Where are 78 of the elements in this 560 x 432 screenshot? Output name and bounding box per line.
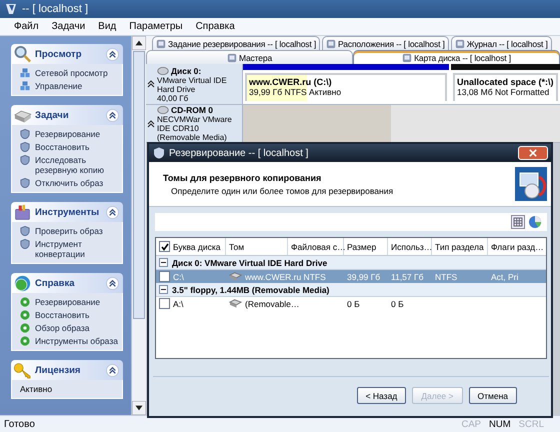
- panel-header[interactable]: Лицензия: [11, 360, 123, 380]
- table-cell: 39,99 Гб: [347, 272, 380, 282]
- partition-info: 39,99 Гб NTFS Активно: [249, 87, 342, 97]
- disk-name: Диск 0:: [171, 66, 202, 76]
- tab[interactable]: Расположения -- [ localhost ]: [322, 36, 449, 50]
- wizard-button[interactable]: Отмена: [468, 387, 517, 404]
- disk-description: VMware Virtual IDE Hard Drive: [157, 76, 228, 94]
- column-header[interactable]: Файловая с…: [288, 238, 344, 255]
- table-cell: www.CWER.ru NTFS: [245, 272, 326, 282]
- dialog-subtitle: Определите один или более томов для резервирования: [170, 186, 394, 196]
- task-link[interactable]: Инструмент конвертации: [35, 239, 119, 259]
- column-header[interactable]: Использ…: [388, 238, 432, 255]
- table-cell: 0 Б: [347, 298, 360, 308]
- tab[interactable]: Карта диска -- [ localhost ]: [353, 50, 560, 64]
- task-link[interactable]: Отключить образ: [35, 178, 104, 188]
- wizard-button[interactable]: < Назад: [356, 387, 406, 404]
- menu-item[interactable]: Файл: [14, 21, 39, 32]
- dialog-heading: Томы для резервного копирования: [163, 172, 322, 182]
- status-text: Готово: [4, 418, 36, 430]
- disk-description: NECVMWar VMware IDE CDR10 (Removable Media): [157, 115, 233, 142]
- panel-title: Инструменты: [35, 206, 100, 218]
- partition-box[interactable]: Unallocated space (*:\) 13,08 Мб Not Formatted: [453, 73, 558, 101]
- partition-block[interactable]: www.CWER.ru (C:\) 39,99 Гб NTFS Активно: [243, 64, 449, 104]
- column-header[interactable]: Тип раздела: [432, 238, 488, 255]
- panel-title: Задачи: [35, 110, 70, 120]
- tab[interactable]: Задание резервирования -- [ localhost ]: [152, 36, 320, 50]
- group-title: Диск 0: VMware Virtual IDE Hard Drive: [172, 258, 328, 268]
- disk-name: CD-ROM 0: [171, 105, 214, 115]
- tab[interactable]: Мастера: [146, 50, 353, 64]
- panel-header[interactable]: Инструменты: [11, 202, 123, 222]
- panel-header[interactable]: Справка: [11, 273, 123, 293]
- partition-info: 13,08 Мб Not Formatted: [457, 87, 550, 97]
- panel-title: Лицензия: [35, 364, 82, 376]
- key-indicator: CAP: [461, 418, 482, 430]
- volume-row[interactable]: A:\ (Removable… 0 Б 0 Б: [156, 297, 546, 310]
- partition-label: Unallocated space (*:\): [457, 77, 554, 87]
- panel-header[interactable]: Просмотр: [11, 44, 123, 64]
- table-cell: (Removable…: [245, 298, 300, 308]
- table-cell: A:\: [173, 298, 184, 308]
- table-cell: NTFS: [435, 272, 458, 282]
- partition-block[interactable]: Unallocated space (*:\) 13,08 Мб Not Formatted: [451, 64, 560, 104]
- task-link[interactable]: Проверить образ: [35, 226, 103, 236]
- panel-header[interactable]: Задачи: [11, 105, 123, 125]
- task-link[interactable]: Инструменты образа: [35, 336, 118, 346]
- column-header[interactable]: Буква диска: [156, 238, 226, 255]
- task-link[interactable]: Восстановить: [35, 142, 90, 152]
- panel-title: Справка: [35, 278, 76, 288]
- dialog-title: Резервирование -- [ localhost ]: [169, 148, 310, 158]
- column-header[interactable]: Размер: [344, 238, 388, 255]
- task-link[interactable]: Восстановить: [35, 310, 90, 320]
- task-link[interactable]: Резервирование: [35, 129, 100, 139]
- tab[interactable]: Журнал -- [ localhost ]: [450, 36, 552, 50]
- partition-label: www.CWER.ru (C:\): [249, 77, 333, 87]
- group-title: 3.5" floppy, 1.44MB (Removable Media): [172, 284, 330, 294]
- panel-title: Просмотр: [35, 48, 83, 60]
- table-cell: Act, Pri: [491, 272, 518, 282]
- menu-item[interactable]: Параметры: [129, 21, 183, 32]
- table-cell: 0 Б: [391, 298, 404, 308]
- task-link[interactable]: Резервирование: [35, 297, 100, 307]
- menu-item[interactable]: Вид: [98, 21, 116, 32]
- task-link[interactable]: Управление: [35, 81, 82, 91]
- menu-item[interactable]: Задачи: [52, 21, 86, 32]
- key-indicator: NUM: [489, 418, 511, 430]
- column-header[interactable]: Флаги разд…: [488, 238, 546, 255]
- disk-size: 40,00 Гб: [157, 94, 190, 102]
- key-indicator: SCRL: [518, 418, 544, 430]
- task-link[interactable]: Сетевой просмотр: [35, 68, 108, 78]
- group-row[interactable]: Диск 0: VMware Virtual IDE Hard Drive: [156, 256, 546, 270]
- column-header[interactable]: Том: [226, 238, 288, 255]
- partition-box[interactable]: www.CWER.ru (C:\) 39,99 Гб NTFS Активно: [245, 73, 447, 101]
- group-row[interactable]: 3.5" floppy, 1.44MB (Removable Media): [156, 283, 546, 297]
- table-cell: C:\: [173, 272, 184, 282]
- task-link[interactable]: Обзор образа: [35, 323, 90, 333]
- task-link[interactable]: Исследовать резервную копию: [35, 155, 119, 175]
- window-title: -- [ localhost ]: [22, 3, 88, 15]
- menu-item[interactable]: Справка: [196, 21, 235, 32]
- table-cell: 11,57 Гб: [391, 272, 424, 282]
- license-status: Активно: [20, 384, 52, 394]
